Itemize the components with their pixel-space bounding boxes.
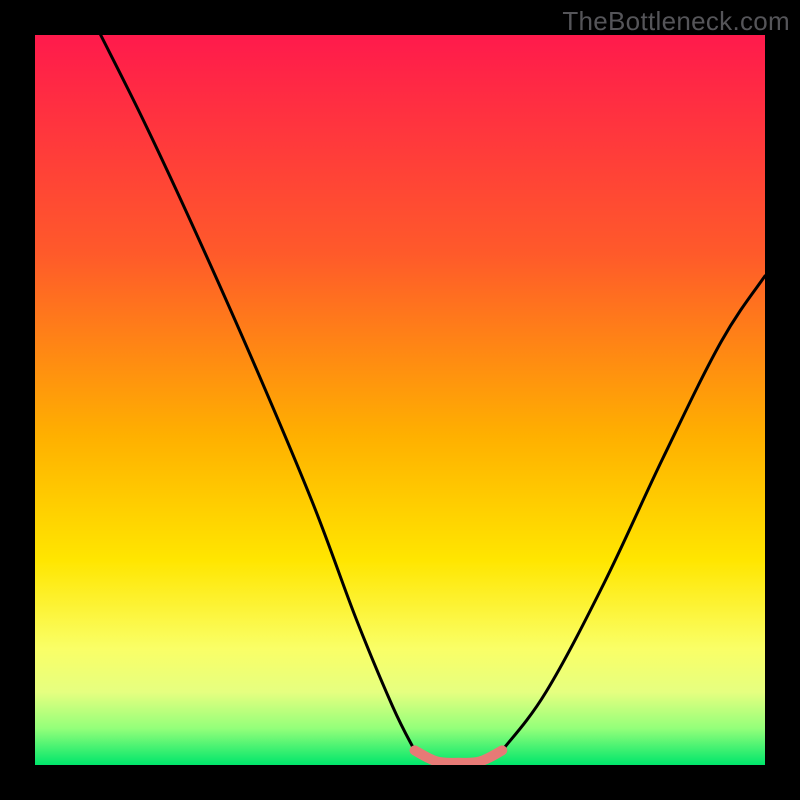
- curve-layer: [35, 35, 765, 765]
- watermark-label: TheBottleneck.com: [562, 6, 790, 37]
- curve-valley-floor: [415, 750, 503, 763]
- plot-area: [35, 35, 765, 765]
- chart-frame: TheBottleneck.com: [0, 0, 800, 800]
- curve-right-ascent: [499, 276, 765, 755]
- curve-left-descent: [101, 35, 417, 754]
